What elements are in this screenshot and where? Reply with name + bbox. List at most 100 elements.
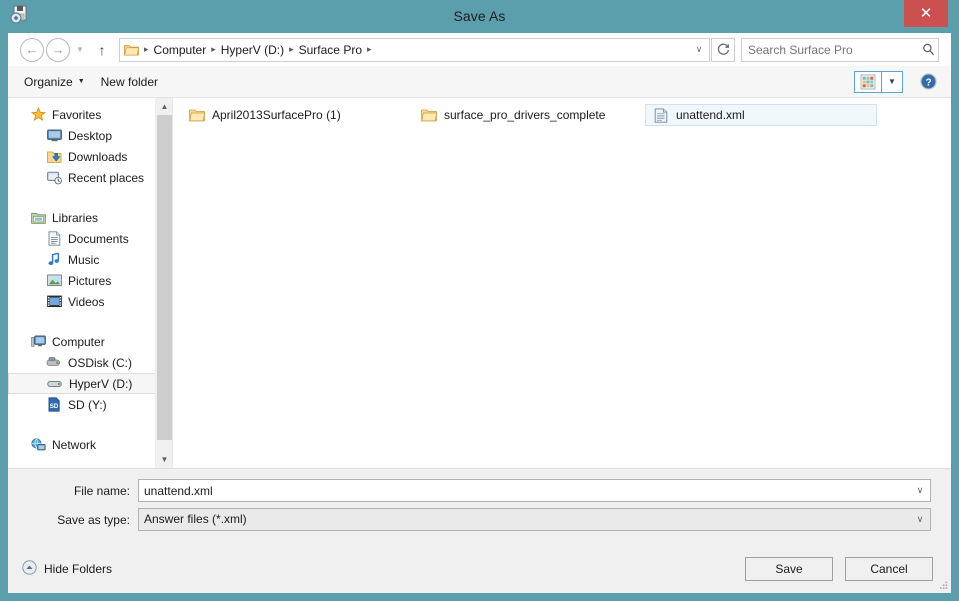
tiles-view-icon[interactable] [854, 70, 882, 93]
filetype-value: Answer files (*.xml) [144, 512, 247, 526]
breadcrumb-separator[interactable]: ▸ [365, 44, 374, 55]
title-bar: Save As ✕ [0, 0, 959, 33]
command-toolbar: Organize ▼ New folder ▼ ? [8, 66, 951, 98]
up-button[interactable]: ↑ [90, 38, 114, 62]
nav-group-network: Network [8, 434, 172, 455]
address-dropdown-icon[interactable]: ∨ [689, 39, 709, 61]
filetype-row: Save as type: Answer files (*.xml) ∨ [28, 508, 931, 531]
breadcrumb-computer[interactable]: Computer [151, 43, 210, 57]
sidebar-item-hyperv-d[interactable]: HyperV (D:) [8, 373, 170, 394]
breadcrumb-surface-pro[interactable]: Surface Pro [296, 43, 365, 57]
scroll-up-icon[interactable]: ▲ [156, 98, 172, 115]
search-box[interactable] [741, 37, 939, 62]
list-item[interactable]: surface_pro_drivers_complete [413, 104, 645, 126]
sidebar-item-pictures[interactable]: Pictures [8, 270, 172, 291]
harddisk-icon [46, 355, 62, 371]
breadcrumb-separator[interactable]: ▸ [209, 44, 218, 55]
filetype-label: Save as type: [57, 512, 130, 527]
back-button[interactable]: ← [20, 37, 44, 62]
hide-folders-label: Hide Folders [44, 562, 113, 576]
scroll-down-icon[interactable]: ▼ [156, 451, 172, 468]
search-icon[interactable] [918, 43, 938, 56]
sidebar-item-network[interactable]: Network [8, 434, 172, 455]
chevron-up-circle-icon [22, 560, 37, 578]
sidebar-item-osdisk-c[interactable]: OSDisk (C:) [8, 352, 172, 373]
sidebar-label: HyperV (D:) [69, 376, 133, 391]
filename-label: File name: [73, 483, 130, 498]
cancel-button[interactable]: Cancel [845, 557, 933, 581]
file-name: unattend.xml [676, 108, 745, 122]
close-button[interactable]: ✕ [904, 0, 948, 27]
search-input[interactable] [742, 42, 918, 57]
sidebar-item-music[interactable]: Music [8, 249, 172, 270]
pictures-icon [46, 273, 62, 289]
organize-label: Organize [24, 74, 73, 89]
network-icon [30, 437, 46, 453]
sidebar-scrollbar[interactable]: ▲ ▼ [155, 98, 172, 468]
scrollbar-thumb[interactable] [157, 115, 172, 440]
breadcrumb-separator[interactable]: ▸ [142, 44, 151, 55]
hide-folders-button[interactable]: Hide Folders [22, 560, 112, 578]
list-item[interactable]: unattend.xml [645, 104, 877, 126]
folder-icon [188, 108, 205, 123]
new-folder-label: New folder [100, 74, 158, 89]
resize-grip-icon[interactable] [937, 579, 949, 591]
sidebar-label: SD (Y:) [68, 397, 107, 412]
sidebar-label: Favorites [52, 107, 102, 122]
sidebar-item-videos[interactable]: Videos [8, 291, 172, 312]
navigation-pane: Favorites Desktop Downloads Recent place… [8, 98, 173, 468]
new-folder-button[interactable]: New folder [93, 71, 166, 93]
sidebar-item-libraries[interactable]: Libraries [8, 207, 172, 228]
folder-icon [124, 43, 140, 56]
sidebar-item-downloads[interactable]: Downloads [8, 146, 172, 167]
sidebar-label: Documents [68, 231, 129, 246]
sidebar-item-desktop[interactable]: Desktop [8, 125, 172, 146]
filetype-combobox[interactable]: Answer files (*.xml) ∨ [138, 508, 931, 531]
file-list-view[interactable]: April2013SurfacePro (1) surface_pro_driv… [173, 98, 951, 468]
sidebar-item-recent-places[interactable]: Recent places [8, 167, 172, 188]
sidebar-label: Recent places [68, 170, 145, 185]
desktop-icon [46, 128, 62, 144]
svg-text:SD: SD [50, 403, 59, 410]
breadcrumb-separator[interactable]: ▸ [287, 44, 296, 55]
main-content: Favorites Desktop Downloads Recent place… [8, 98, 951, 468]
save-button[interactable]: Save [745, 557, 833, 581]
refresh-button[interactable] [711, 37, 735, 62]
filename-combobox[interactable]: ∨ [138, 479, 931, 502]
file-name: April2013SurfacePro (1) [212, 108, 341, 122]
sidebar-item-sd-y[interactable]: SD SD (Y:) [8, 394, 172, 415]
sidebar-item-computer[interactable]: Computer [8, 331, 172, 352]
sidebar-label: Music [68, 252, 100, 267]
list-item[interactable]: April2013SurfacePro (1) [181, 104, 413, 126]
sidebar-label: Libraries [52, 210, 99, 225]
sidebar-label: Computer [52, 334, 105, 349]
recent-places-icon [46, 170, 62, 186]
music-icon [46, 252, 62, 268]
sidebar-item-documents[interactable]: Documents [8, 228, 172, 249]
sidebar-label: Videos [68, 294, 105, 309]
organize-button[interactable]: Organize ▼ [16, 71, 93, 93]
recent-locations-icon[interactable]: ▼ [72, 38, 88, 62]
sidebar-label: Network [52, 437, 97, 452]
drive-icon [47, 376, 63, 392]
chevron-down-icon: ▼ [77, 78, 85, 85]
help-icon[interactable]: ? [915, 71, 941, 93]
sidebar-label: Downloads [68, 149, 128, 164]
dialog-footer: Hide Folders Save Cancel [8, 545, 951, 593]
documents-icon [46, 231, 62, 247]
filename-dropdown-icon[interactable]: ∨ [910, 485, 930, 496]
forward-button[interactable]: → [46, 37, 70, 62]
address-bar[interactable]: ▸ Computer ▸ HyperV (D:) ▸ Surface Pro ▸… [119, 37, 710, 62]
navigation-bar: ← → ▼ ↑ ▸ Computer ▸ HyperV (D:) ▸ Surfa… [8, 33, 951, 66]
view-dropdown-icon[interactable]: ▼ [882, 70, 903, 93]
sd-card-icon: SD [46, 397, 62, 413]
sidebar-item-favorites[interactable]: Favorites [8, 104, 172, 125]
sidebar-label: Desktop [68, 128, 113, 143]
filetype-dropdown-icon[interactable]: ∨ [910, 514, 930, 525]
filename-input[interactable] [139, 483, 910, 498]
xml-file-icon [652, 107, 669, 123]
filename-row: File name: ∨ [28, 479, 931, 502]
breadcrumb-hyperv-d[interactable]: HyperV (D:) [218, 43, 287, 57]
